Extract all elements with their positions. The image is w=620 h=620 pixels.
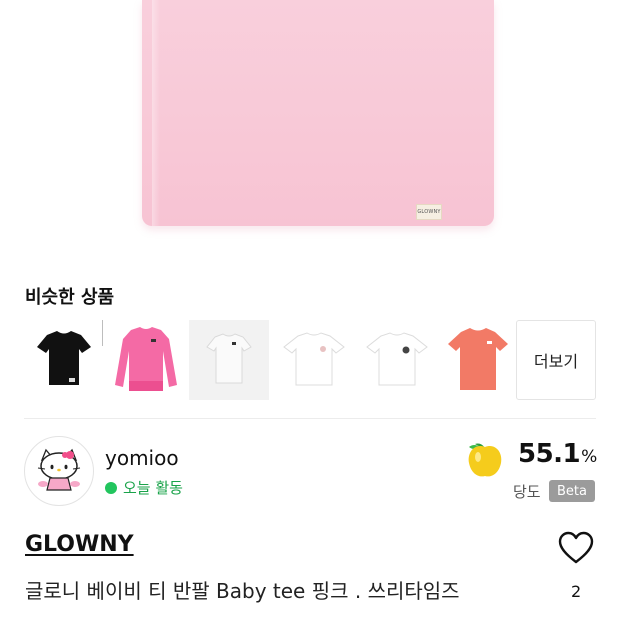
product-title: 글로니 베이비 티 반팔 Baby tee 핑크 . 쓰리타임즈	[25, 579, 460, 603]
thumb-divider	[102, 320, 103, 346]
section-divider	[24, 418, 596, 419]
yellow-apple-icon	[468, 443, 502, 477]
white-tee-icon	[206, 333, 252, 384]
label-tag: GLOWNY	[416, 204, 442, 220]
coral-tee-icon	[448, 328, 508, 390]
activity-label: 오늘 활동	[123, 479, 183, 497]
similar-item-pink-longsleeve[interactable]	[106, 320, 186, 400]
heart-icon[interactable]	[558, 531, 594, 565]
black-tee-icon	[37, 331, 91, 385]
similar-products-title: 비슷한 상품	[25, 287, 115, 308]
similar-item-coral-tee[interactable]	[438, 320, 518, 400]
sweetness-number: 55.1	[518, 439, 581, 469]
sweetness-value: 55.1%	[518, 439, 597, 469]
like-count: 2	[571, 582, 582, 601]
similar-item-white-tee-print[interactable]	[274, 320, 354, 400]
brand-name[interactable]: GLOWNY	[25, 532, 134, 557]
sweetness-unit: %	[581, 447, 597, 467]
similar-item-white-tee-logo[interactable]	[357, 320, 437, 400]
seller-name[interactable]: yomioo	[105, 446, 179, 470]
pink-tee-photo	[142, 0, 494, 226]
hello-kitty-avatar-icon	[37, 448, 81, 491]
seller-avatar[interactable]	[24, 436, 94, 506]
white-tee-logo-icon	[366, 332, 428, 386]
similar-item-black-tee[interactable]	[24, 320, 104, 400]
white-tee-print-icon	[283, 332, 345, 386]
activity-status-icon	[105, 481, 117, 494]
sweetness-label: 당도	[513, 483, 541, 501]
beta-badge: Beta	[549, 480, 595, 502]
seller-activity: 오늘 활동	[105, 477, 183, 498]
similar-item-white-tee-gray[interactable]	[189, 320, 269, 400]
product-main-image[interactable]: GLOWNY	[0, 0, 620, 262]
similar-products-list	[24, 320, 596, 400]
pink-longsleeve-icon	[115, 327, 177, 391]
more-button[interactable]: 더보기	[516, 320, 596, 400]
